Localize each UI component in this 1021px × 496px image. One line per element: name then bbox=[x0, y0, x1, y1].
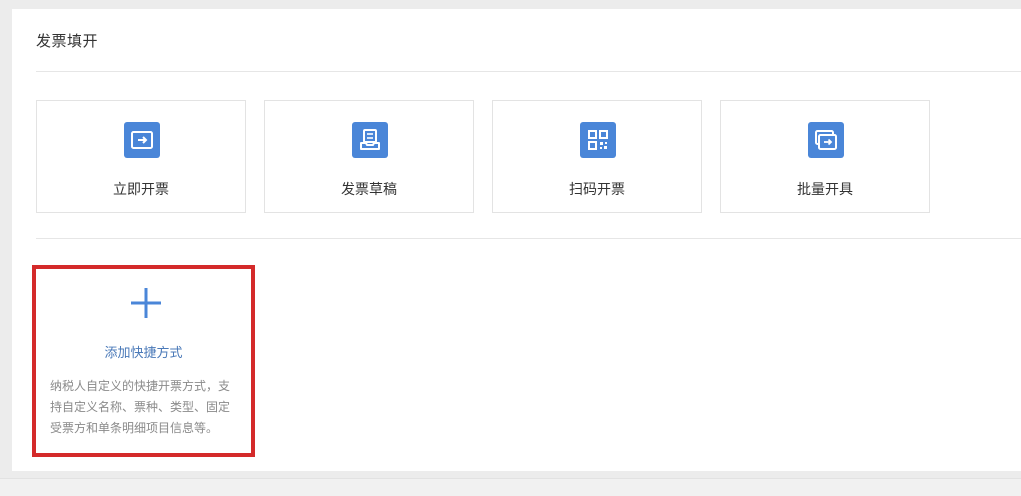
quick-action-label: 扫码开票 bbox=[569, 182, 625, 198]
quick-action-issue-now[interactable]: 立即开票 bbox=[36, 100, 246, 213]
quick-action-invoice-draft[interactable]: 发票草稿 bbox=[264, 100, 474, 213]
add-shortcut-title: 添加快捷方式 bbox=[104, 346, 183, 361]
quick-action-label: 批量开具 bbox=[797, 182, 853, 198]
qr-code-icon bbox=[580, 122, 616, 158]
divider-top bbox=[36, 71, 1021, 72]
document-tray-icon bbox=[352, 122, 388, 158]
add-shortcut-description: 纳税人自定义的快捷开票方式，支持自定义名称、票种、类型、固定受票方和单条明细项目… bbox=[50, 379, 231, 435]
batch-ticket-icon bbox=[808, 122, 844, 158]
quick-action-label: 立即开票 bbox=[113, 182, 169, 198]
divider-middle bbox=[36, 238, 1021, 239]
section-title: 发票填开 bbox=[36, 32, 99, 50]
bottom-panel-edge bbox=[0, 478, 1021, 496]
invoice-issuing-panel: 发票填开 立即开票 发票草稿 扫码开票 批量开具 添加快捷方式 纳税人自定义的快… bbox=[12, 9, 1021, 471]
quick-action-batch-issue[interactable]: 批量开具 bbox=[720, 100, 930, 213]
quick-action-label: 发票草稿 bbox=[341, 182, 397, 198]
quick-action-scan-issue[interactable]: 扫码开票 bbox=[492, 100, 702, 213]
plus-icon bbox=[131, 288, 161, 318]
ticket-arrow-icon bbox=[124, 122, 160, 158]
add-shortcut-card[interactable]: 添加快捷方式 纳税人自定义的快捷开票方式，支持自定义名称、票种、类型、固定受票方… bbox=[32, 265, 255, 457]
